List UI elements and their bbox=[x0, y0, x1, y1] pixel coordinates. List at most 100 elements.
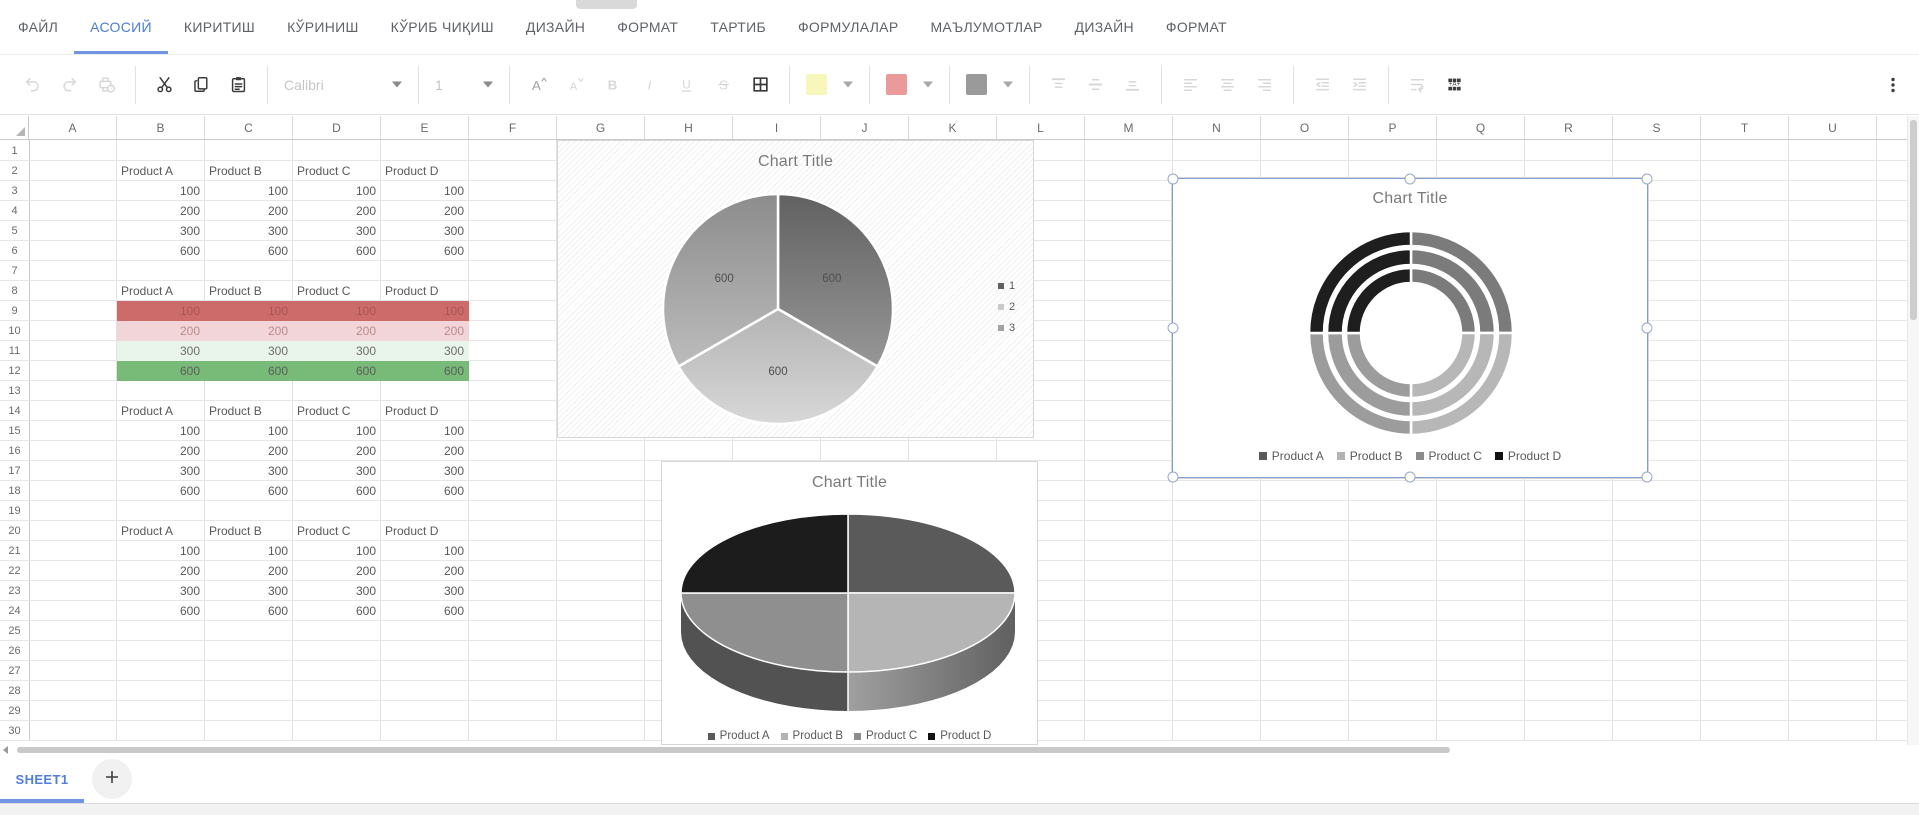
row-header-9[interactable]: 9 bbox=[0, 301, 29, 321]
column-header-G[interactable]: G bbox=[557, 116, 645, 139]
cell-D4[interactable]: 200 bbox=[293, 201, 381, 221]
cell-C23[interactable]: 300 bbox=[205, 581, 293, 601]
row-header-13[interactable]: 13 bbox=[0, 381, 29, 401]
font-color-button[interactable] bbox=[886, 74, 933, 95]
selection-handle[interactable] bbox=[1404, 173, 1416, 185]
cell-D5[interactable]: 300 bbox=[293, 221, 381, 241]
cell-B23[interactable]: 300 bbox=[117, 581, 205, 601]
cell-E23[interactable]: 300 bbox=[381, 581, 469, 601]
vertical-scrollbar[interactable] bbox=[1907, 116, 1919, 745]
pie-3d-chart[interactable]: Chart Title Product A Product B Product CP… bbox=[661, 461, 1038, 745]
column-header-K[interactable]: K bbox=[909, 116, 997, 139]
row-header-6[interactable]: 6 bbox=[0, 241, 29, 261]
cell-C20[interactable]: Product B bbox=[205, 521, 293, 541]
cell-D14[interactable]: Product C bbox=[293, 401, 381, 421]
cell-E4[interactable]: 200 bbox=[381, 201, 469, 221]
cell-C4[interactable]: 200 bbox=[205, 201, 293, 221]
selection-handle[interactable] bbox=[1641, 173, 1653, 185]
row-header-18[interactable]: 18 bbox=[0, 481, 29, 501]
horizontal-scrollbar[interactable] bbox=[0, 745, 1907, 756]
cell-D10[interactable]: 200 bbox=[293, 321, 381, 341]
row-header-7[interactable]: 7 bbox=[0, 261, 29, 281]
cell-D21[interactable]: 100 bbox=[293, 541, 381, 561]
cell-B14[interactable]: Product A bbox=[117, 401, 205, 421]
column-header-M[interactable]: M bbox=[1085, 116, 1173, 139]
cell-E3[interactable]: 100 bbox=[381, 181, 469, 201]
cell-D15[interactable]: 100 bbox=[293, 421, 381, 441]
cell-E22[interactable]: 200 bbox=[381, 561, 469, 581]
cell-E20[interactable]: Product D bbox=[381, 521, 469, 541]
cell-B21[interactable]: 100 bbox=[117, 541, 205, 561]
column-header-A[interactable]: A bbox=[29, 116, 117, 139]
column-header-S[interactable]: S bbox=[1613, 116, 1701, 139]
cell-D6[interactable]: 600 bbox=[293, 241, 381, 261]
column-header-J[interactable]: J bbox=[821, 116, 909, 139]
column-header-B[interactable]: B bbox=[117, 116, 205, 139]
menu-tab-format-2[interactable]: ФОРМАТ bbox=[1150, 0, 1243, 54]
cell-D2[interactable]: Product C bbox=[293, 161, 381, 181]
row-header-17[interactable]: 17 bbox=[0, 461, 29, 481]
cell-B20[interactable]: Product A bbox=[117, 521, 205, 541]
cell-E11[interactable]: 300 bbox=[381, 341, 469, 361]
cell-D20[interactable]: Product C bbox=[293, 521, 381, 541]
cell-D16[interactable]: 200 bbox=[293, 441, 381, 461]
cell-B10[interactable]: 200 bbox=[117, 321, 205, 341]
column-header-O[interactable]: O bbox=[1261, 116, 1349, 139]
cell-E21[interactable]: 100 bbox=[381, 541, 469, 561]
column-header-N[interactable]: N bbox=[1173, 116, 1261, 139]
selection-handle[interactable] bbox=[1167, 471, 1179, 483]
row-header-15[interactable]: 15 bbox=[0, 421, 29, 441]
column-header-L[interactable]: L bbox=[997, 116, 1085, 139]
shape-fill-color-button[interactable] bbox=[966, 74, 1013, 95]
menu-tab-insert[interactable]: КИРИТИШ bbox=[168, 0, 271, 54]
cell-B5[interactable]: 300 bbox=[117, 221, 205, 241]
selection-handle[interactable] bbox=[1167, 322, 1179, 334]
selection-handle[interactable] bbox=[1404, 471, 1416, 483]
row-header-20[interactable]: 20 bbox=[0, 521, 29, 541]
cell-C22[interactable]: 200 bbox=[205, 561, 293, 581]
cell-D17[interactable]: 300 bbox=[293, 461, 381, 481]
cell-B22[interactable]: 200 bbox=[117, 561, 205, 581]
cell-B3[interactable]: 100 bbox=[117, 181, 205, 201]
column-header-I[interactable]: I bbox=[733, 116, 821, 139]
selection-handle[interactable] bbox=[1641, 471, 1653, 483]
row-header-1[interactable]: 1 bbox=[0, 141, 29, 161]
row-header-10[interactable]: 10 bbox=[0, 321, 29, 341]
column-header-T[interactable]: T bbox=[1701, 116, 1789, 139]
cell-D12[interactable]: 600 bbox=[293, 361, 381, 381]
doughnut-chart-selected[interactable]: Chart Title Product A Product B Product CP… bbox=[1167, 173, 1653, 483]
menu-tab-file[interactable]: ФАЙЛ bbox=[2, 0, 74, 54]
borders-button[interactable] bbox=[747, 71, 774, 98]
cell-E16[interactable]: 200 bbox=[381, 441, 469, 461]
cell-B9[interactable]: 100 bbox=[117, 301, 205, 321]
cell-B8[interactable]: Product A bbox=[117, 281, 205, 301]
column-header-H[interactable]: H bbox=[645, 116, 733, 139]
cell-C10[interactable]: 200 bbox=[205, 321, 293, 341]
row-header-23[interactable]: 23 bbox=[0, 581, 29, 601]
overflow-menu-button[interactable] bbox=[1881, 73, 1905, 97]
cell-C14[interactable]: Product B bbox=[205, 401, 293, 421]
select-all-corner[interactable] bbox=[0, 116, 29, 139]
row-header-21[interactable]: 21 bbox=[0, 541, 29, 561]
cell-C3[interactable]: 100 bbox=[205, 181, 293, 201]
cell-C18[interactable]: 600 bbox=[205, 481, 293, 501]
cell-B15[interactable]: 100 bbox=[117, 421, 205, 441]
column-header-Q[interactable]: Q bbox=[1437, 116, 1525, 139]
cell-B24[interactable]: 600 bbox=[117, 601, 205, 621]
cell-E14[interactable]: Product D bbox=[381, 401, 469, 421]
column-header-U[interactable]: U bbox=[1789, 116, 1877, 139]
highlight-color-button[interactable] bbox=[806, 74, 853, 95]
sheet-tab-sheet1[interactable]: SHEET1 bbox=[0, 756, 84, 803]
cell-B12[interactable]: 600 bbox=[117, 361, 205, 381]
row-header-25[interactable]: 25 bbox=[0, 621, 29, 641]
column-header-P[interactable]: P bbox=[1349, 116, 1437, 139]
row-header-29[interactable]: 29 bbox=[0, 701, 29, 721]
cell-C16[interactable]: 200 bbox=[205, 441, 293, 461]
row-header-2[interactable]: 2 bbox=[0, 161, 29, 181]
menu-tab-arrange[interactable]: ТАРТИБ bbox=[694, 0, 782, 54]
cell-C24[interactable]: 600 bbox=[205, 601, 293, 621]
row-header-30[interactable]: 30 bbox=[0, 721, 29, 741]
cell-E17[interactable]: 300 bbox=[381, 461, 469, 481]
cell-E2[interactable]: Product D bbox=[381, 161, 469, 181]
cell-D8[interactable]: Product C bbox=[293, 281, 381, 301]
